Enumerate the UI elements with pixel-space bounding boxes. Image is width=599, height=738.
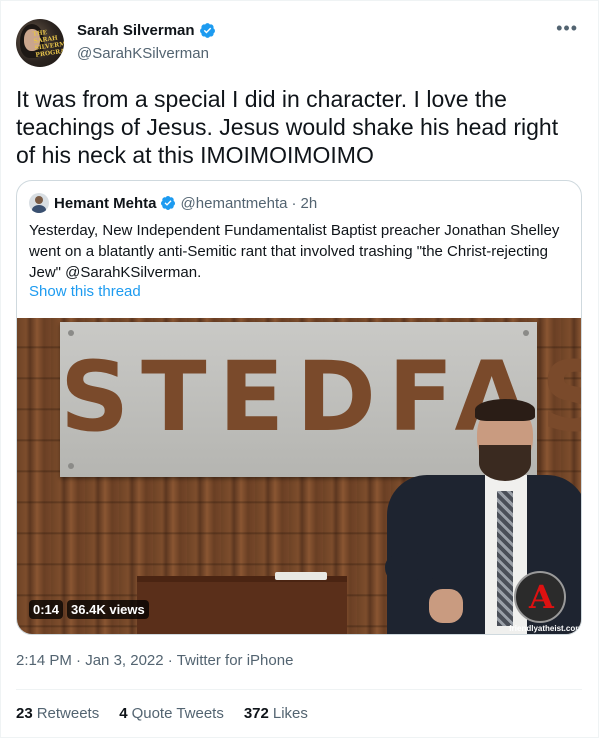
tweet-source[interactable]: Twitter for iPhone xyxy=(177,652,294,669)
more-horizontal-icon[interactable]: ••• xyxy=(556,19,578,37)
sign-bolt xyxy=(68,330,74,336)
likes-stat[interactable]: 372 Likes xyxy=(244,705,308,722)
video-views: 36.4K views xyxy=(67,600,149,619)
sign-bolt xyxy=(523,330,529,336)
beard xyxy=(479,445,531,481)
show-thread-link[interactable]: Show this thread xyxy=(29,283,141,300)
quoted-tweet-text: Yesterday, New Independent Fundamentalis… xyxy=(29,222,560,281)
tweet-card: THE SARAH SILVERMAN PROGRAM Sarah Silver… xyxy=(0,0,599,738)
quoted-separator: · xyxy=(291,194,297,212)
retweets-count: 23 xyxy=(16,705,33,722)
likes-label: Likes xyxy=(272,705,308,722)
divider xyxy=(16,689,582,690)
verified-badge-icon xyxy=(160,196,175,210)
quoted-author-name: Hemant Mehta xyxy=(54,194,157,212)
hair xyxy=(475,399,535,421)
logo-a-icon: A xyxy=(529,578,554,616)
author-avatar[interactable]: THE SARAH SILVERMAN PROGRAM xyxy=(16,19,64,67)
author-name-row[interactable]: Sarah Silverman xyxy=(77,22,216,39)
sign-bolt xyxy=(68,463,74,469)
author-handle[interactable]: @SarahKSilverman xyxy=(77,45,209,62)
pulpit-desk xyxy=(137,576,347,634)
retweets-stat[interactable]: 23 Retweets xyxy=(16,705,99,722)
open-book xyxy=(275,572,327,580)
verified-badge-icon xyxy=(199,23,215,38)
tweet-time[interactable]: 2:14 PM xyxy=(16,652,72,669)
quoted-tweet-header: Hemant Mehta @hemantmehta · 2h xyxy=(29,193,317,213)
watermark-url: friendlyatheist.com xyxy=(509,624,581,633)
friendly-atheist-logo: A xyxy=(514,571,566,623)
tweet-stats: 23 Retweets 4 Quote Tweets 372 Likes xyxy=(16,705,308,722)
avatar-logo-text: THE SARAH SILVERMAN PROGRAM xyxy=(32,29,64,59)
quoted-author-avatar xyxy=(29,193,49,213)
quoted-video[interactable]: STEDFAST A friendlyatheist.com 0:14 36.4… xyxy=(17,318,581,634)
retweets-label: Retweets xyxy=(36,705,100,722)
quoted-timestamp: 2h xyxy=(300,194,318,212)
likes-count: 372 xyxy=(243,705,269,722)
meta-separator: · xyxy=(167,652,173,669)
meta-separator: · xyxy=(76,652,82,669)
quoted-author-handle: @hemantmehta xyxy=(180,194,288,212)
quote-tweets-stat[interactable]: 4 Quote Tweets xyxy=(119,705,224,722)
tie xyxy=(497,491,513,626)
quotes-count: 4 xyxy=(119,705,128,722)
arm xyxy=(384,550,466,582)
quoted-tweet[interactable]: Hemant Mehta @hemantmehta · 2h Yesterday… xyxy=(16,180,582,635)
video-duration: 0:14 xyxy=(29,600,64,619)
quotes-label: Quote Tweets xyxy=(131,705,224,722)
tweet-date[interactable]: Jan 3, 2022 xyxy=(85,652,163,669)
tweet-text: It was from a special I did in character… xyxy=(16,86,559,168)
author-display-name[interactable]: Sarah Silverman xyxy=(77,22,195,39)
video-info: 0:14 36.4K views xyxy=(29,600,149,619)
hand xyxy=(429,589,463,623)
tweet-metadata: 2:14 PM · Jan 3, 2022 · Twitter for iPho… xyxy=(16,652,293,669)
